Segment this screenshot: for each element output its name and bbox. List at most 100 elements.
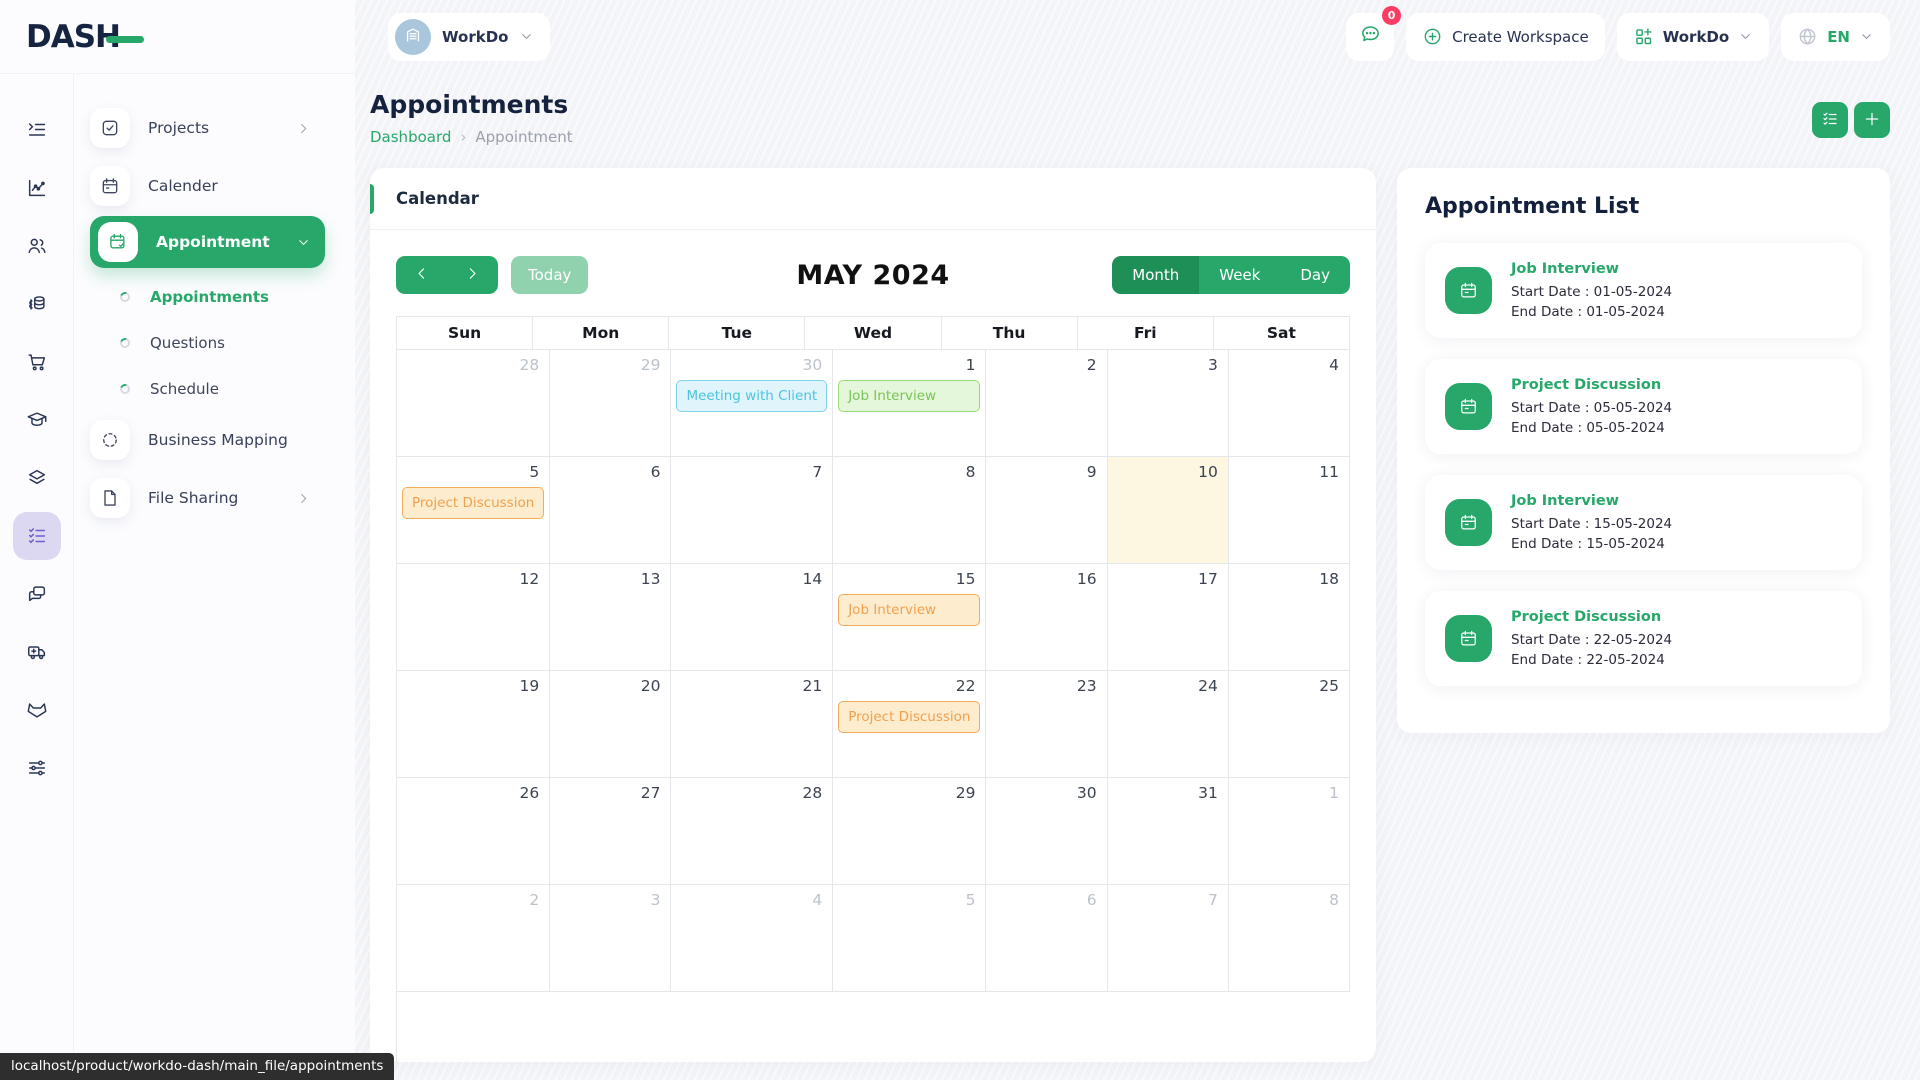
sidebar-item-projects[interactable]: Projects xyxy=(90,100,325,156)
calendar-day-cell[interactable]: 2 xyxy=(397,885,550,992)
view-week-button[interactable]: Week xyxy=(1199,256,1280,294)
rail-item-chat[interactable] xyxy=(13,570,61,618)
add-appointment-button[interactable] xyxy=(1854,102,1890,138)
fox-icon xyxy=(26,699,48,721)
calendar-day-cell[interactable]: 3 xyxy=(1108,350,1229,457)
sidebar-subitem-questions[interactable]: Questions xyxy=(90,320,325,366)
day-header: Sat xyxy=(1214,317,1350,350)
calendar-day-cell[interactable]: 28 xyxy=(671,778,833,885)
calendar-day-cell[interactable]: 8 xyxy=(1229,885,1350,992)
rail-item-finance[interactable] xyxy=(13,280,61,328)
calendar-day-cell[interactable]: 13 xyxy=(550,564,671,671)
calendar-day-cell[interactable]: 8 xyxy=(833,457,986,564)
calendar-day-cell[interactable]: 12 xyxy=(397,564,550,671)
calendar-day-cell[interactable]: 31 xyxy=(1108,778,1229,885)
calendar-day-cell[interactable]: 29 xyxy=(550,350,671,457)
next-month-button[interactable] xyxy=(447,256,498,294)
rail-item-truck[interactable] xyxy=(13,628,61,676)
calendar-day-cell[interactable]: 26 xyxy=(397,778,550,885)
rail-item-fox[interactable] xyxy=(13,686,61,734)
day-number: 3 xyxy=(1111,353,1225,379)
language-selector[interactable]: EN xyxy=(1781,13,1890,61)
calendar-day-cell[interactable]: 24 xyxy=(1108,671,1229,778)
calendar-day-cell[interactable]: 27 xyxy=(550,778,671,885)
sidebar-item-business-mapping[interactable]: Business Mapping xyxy=(90,412,325,468)
calendar-day-cell[interactable]: 21 xyxy=(671,671,833,778)
calendar-day-cell[interactable]: 16 xyxy=(986,564,1107,671)
calendar-day-cell[interactable]: 6 xyxy=(550,457,671,564)
rail-item-users[interactable] xyxy=(13,222,61,270)
day-number: 13 xyxy=(553,567,667,593)
rail-item-layers[interactable] xyxy=(13,454,61,502)
rail-item-checklist[interactable] xyxy=(13,512,61,560)
sidebar-item-calender[interactable]: Calender xyxy=(90,158,325,214)
prev-month-button[interactable] xyxy=(396,256,447,294)
calendar-day-cell[interactable]: 25 xyxy=(1229,671,1350,778)
sidebar-item-appointment[interactable]: Appointment xyxy=(90,216,325,268)
today-button[interactable]: Today xyxy=(511,256,588,294)
view-month-button[interactable]: Month xyxy=(1112,256,1199,294)
view-day-button[interactable]: Day xyxy=(1280,256,1350,294)
rail-item-analytics[interactable] xyxy=(13,164,61,212)
messages-button[interactable]: 0 xyxy=(1346,13,1394,61)
calendar-day-cell[interactable]: 7 xyxy=(1108,885,1229,992)
calendar-day-cell[interactable]: 4 xyxy=(671,885,833,992)
rail-item-cart[interactable] xyxy=(13,338,61,386)
calendar-day-cell[interactable]: 3 xyxy=(550,885,671,992)
workdo-menu-button[interactable]: WorkDo xyxy=(1617,13,1769,61)
calendar-event[interactable]: Project Discussion xyxy=(838,701,980,733)
calendar-day-cell[interactable]: 22Project Discussion xyxy=(833,671,986,778)
sidebar-subitem-appointments[interactable]: Appointments xyxy=(90,274,325,320)
logo[interactable]: DASH xyxy=(0,0,355,73)
calendar-day-cell[interactable]: 19 xyxy=(397,671,550,778)
calendar-day-cell[interactable]: 10 xyxy=(1108,457,1229,564)
calendar-event[interactable]: Project Discussion xyxy=(402,487,544,519)
building-icon xyxy=(403,25,423,49)
left-pane: DASH Projects Calender Appointment App xyxy=(0,0,355,1080)
calendar-day-cell[interactable]: 5Project Discussion xyxy=(397,457,550,564)
appointment-list-title: Appointment List xyxy=(1425,194,1862,219)
calendar-day-cell[interactable]: 9 xyxy=(986,457,1107,564)
sidebar-item-label: Business Mapping xyxy=(148,431,288,449)
rail-item-sliders[interactable] xyxy=(13,744,61,792)
calendar-icon xyxy=(1445,615,1492,662)
create-workspace-button[interactable]: Create Workspace xyxy=(1406,13,1605,61)
appointment-list-item[interactable]: Project Discussion Start Date : 05-05-20… xyxy=(1425,359,1862,454)
appointment-list-view-button[interactable] xyxy=(1812,102,1848,138)
calendar-event[interactable]: Job Interview xyxy=(838,380,980,412)
calendar-day-cell[interactable]: 2 xyxy=(986,350,1107,457)
chevron-right-icon: › xyxy=(460,128,466,146)
calendar-day-cell[interactable]: 18 xyxy=(1229,564,1350,671)
calendar-day-cell[interactable]: 23 xyxy=(986,671,1107,778)
calendar-day-cell[interactable]: 11 xyxy=(1229,457,1350,564)
calendar-day-cell[interactable]: 15Job Interview xyxy=(833,564,986,671)
appointment-list-item[interactable]: Job Interview Start Date : 15-05-2024 En… xyxy=(1425,475,1862,570)
calendar-day-cell[interactable]: 5 xyxy=(833,885,986,992)
calendar-day-cell[interactable]: 1 xyxy=(1229,778,1350,885)
calendar-day-cell[interactable]: 28 xyxy=(397,350,550,457)
rail-item-tasks[interactable] xyxy=(13,106,61,154)
calendar-day-cell[interactable]: 30Meeting with Client xyxy=(671,350,833,457)
calendar-day-cell[interactable]: 7 xyxy=(671,457,833,564)
calendar-event[interactable]: Meeting with Client xyxy=(676,380,827,412)
calendar-day-cell[interactable]: 14 xyxy=(671,564,833,671)
appointment-list-item[interactable]: Job Interview Start Date : 01-05-2024 En… xyxy=(1425,243,1862,338)
sidebar-subitem-label: Appointments xyxy=(150,288,269,306)
sidebar-subitem-schedule[interactable]: Schedule xyxy=(90,366,325,412)
rail-item-education[interactable] xyxy=(13,396,61,444)
calendar-day-cell[interactable]: 30 xyxy=(986,778,1107,885)
breadcrumb-dashboard-link[interactable]: Dashboard xyxy=(370,128,451,146)
checkbox-icon xyxy=(90,108,130,148)
calendar-day-cell[interactable]: 20 xyxy=(550,671,671,778)
calendar-day-cell[interactable]: 4 xyxy=(1229,350,1350,457)
workspace-selector[interactable]: WorkDo xyxy=(388,13,550,61)
appointment-end-date: End Date : 05-05-2024 xyxy=(1511,420,1672,436)
calendar-day-cell[interactable]: 29 xyxy=(833,778,986,885)
calendar-day-cell[interactable]: 6 xyxy=(986,885,1107,992)
day-number: 21 xyxy=(674,674,829,700)
calendar-day-cell[interactable]: 17 xyxy=(1108,564,1229,671)
sidebar-item-file-sharing[interactable]: File Sharing xyxy=(90,470,325,526)
appointment-list-item[interactable]: Project Discussion Start Date : 22-05-20… xyxy=(1425,591,1862,686)
calendar-day-cell[interactable]: 1Job Interview xyxy=(833,350,986,457)
calendar-event[interactable]: Job Interview xyxy=(838,594,980,626)
